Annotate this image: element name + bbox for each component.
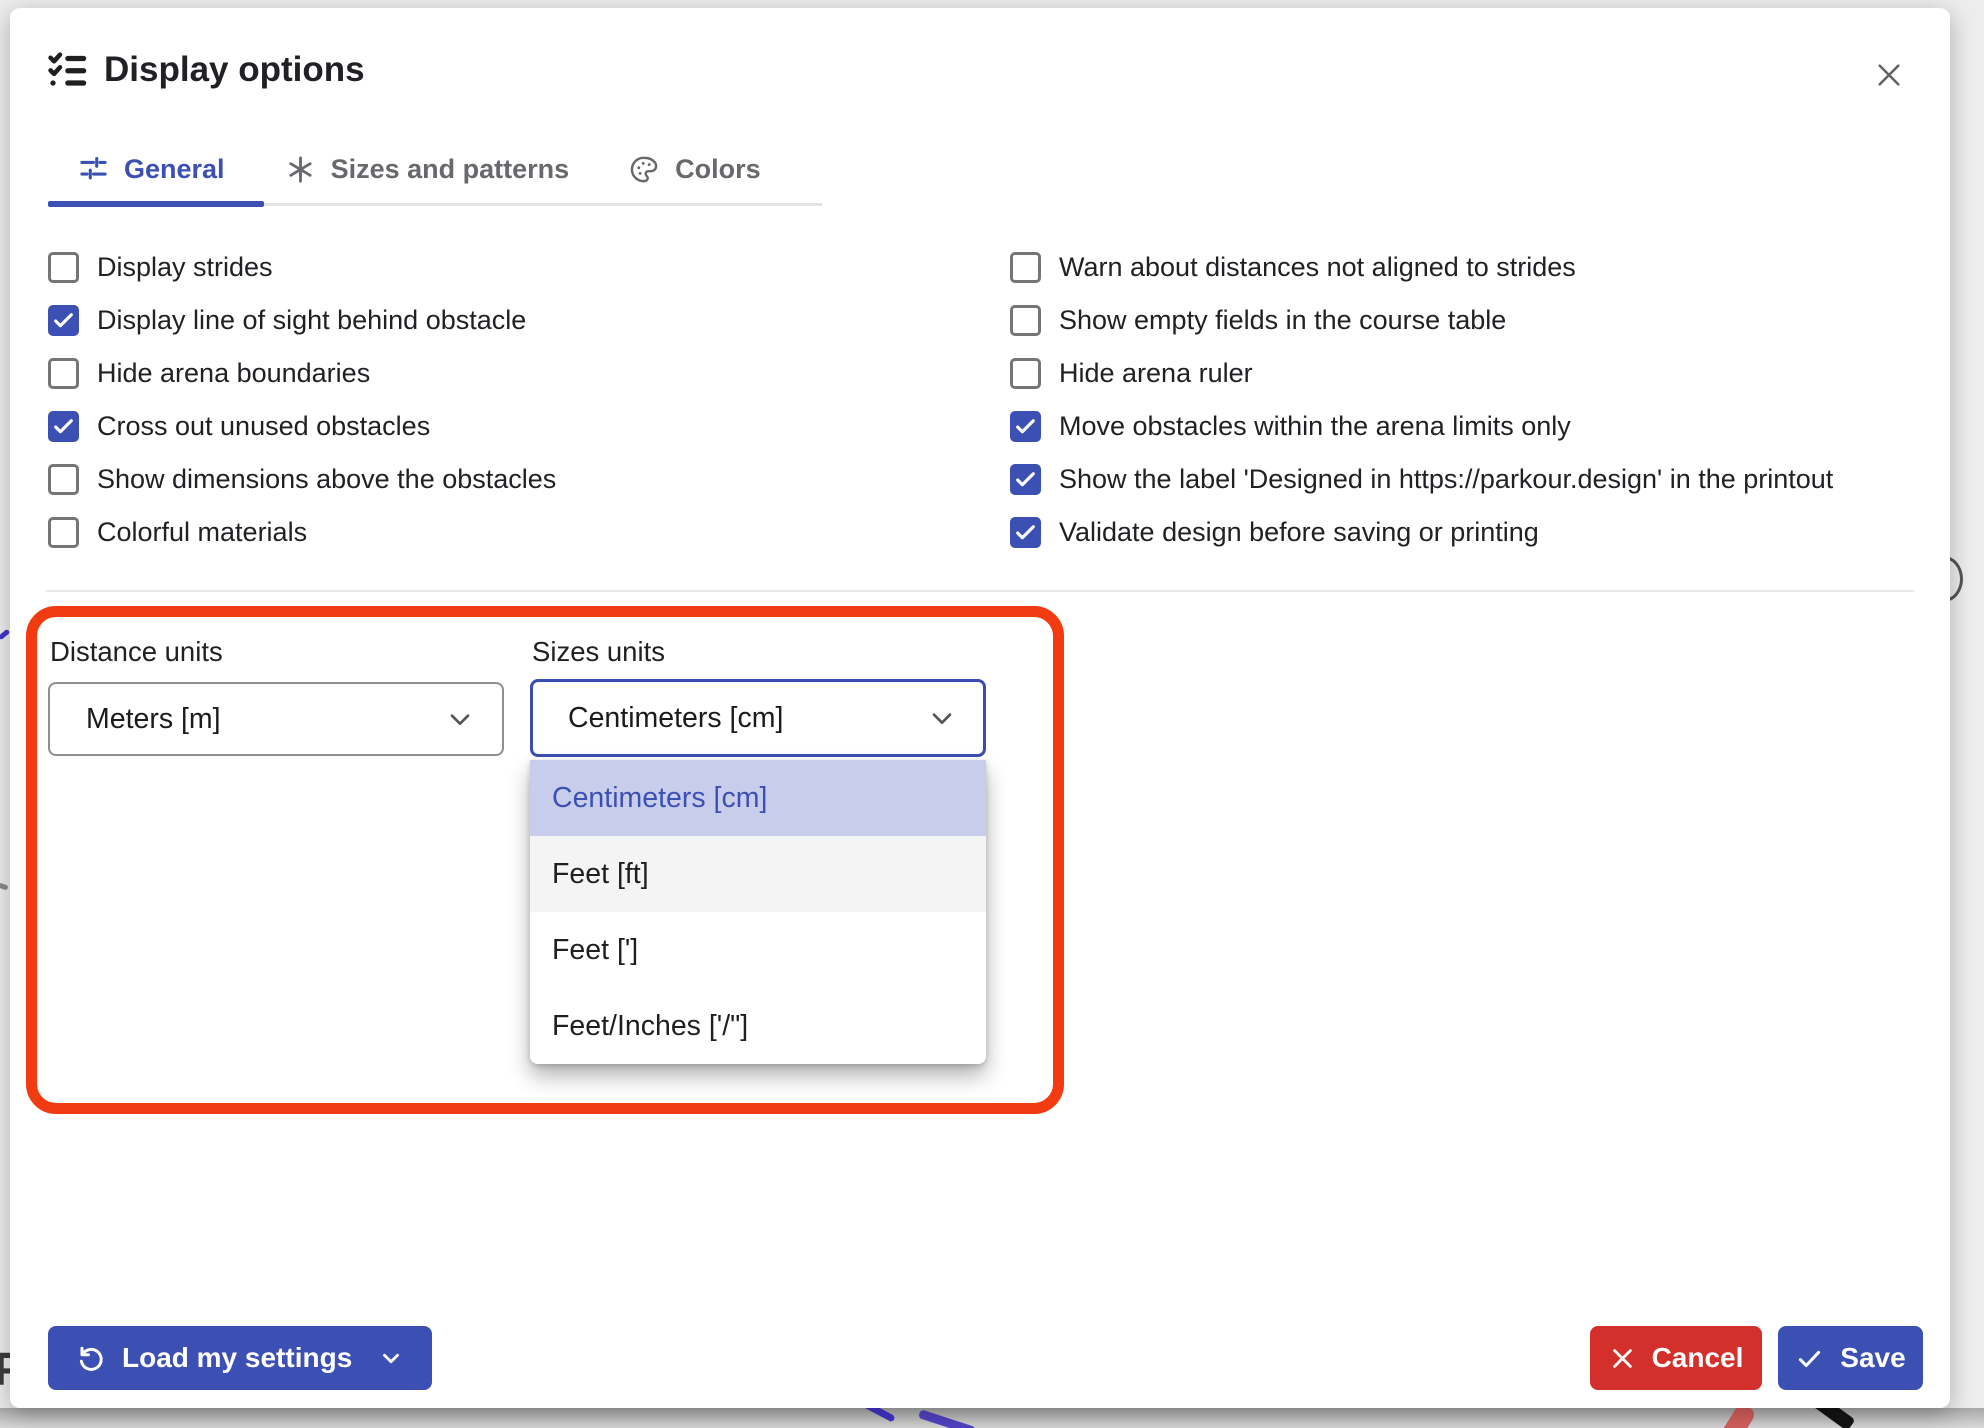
distance-units-value: Meters [m]: [86, 703, 221, 736]
checkbox-column-left: Display strides Display line of sight be…: [48, 241, 556, 559]
checkbox[interactable]: [48, 358, 79, 389]
footer-action-buttons: Cancel Save: [1590, 1326, 1923, 1390]
close-icon[interactable]: [1866, 52, 1912, 98]
option-label: Centimeters [cm]: [552, 782, 767, 815]
chevron-down-icon: [926, 702, 958, 734]
checkbox-row-show-dimensions[interactable]: Show dimensions above the obstacles: [48, 453, 556, 506]
distance-units-select[interactable]: Meters [m]: [48, 682, 504, 756]
checkbox-label: Validate design before saving or printin…: [1059, 517, 1539, 548]
checkbox-row-colorful-materials[interactable]: Colorful materials: [48, 506, 556, 559]
checkbox-row-hide-arena-ruler[interactable]: Hide arena ruler: [1010, 347, 1833, 400]
checkbox[interactable]: [48, 411, 79, 442]
checkbox[interactable]: [1010, 411, 1041, 442]
dropdown-option-centimeters[interactable]: Centimeters [cm]: [530, 760, 986, 836]
checkbox-label: Colorful materials: [97, 517, 307, 548]
tab-bar: General Sizes and patterns Colors: [48, 136, 791, 202]
sizes-units-value: Centimeters [cm]: [568, 702, 783, 735]
distance-units-label: Distance units: [50, 636, 223, 668]
checkbox-label: Show empty fields in the course table: [1059, 305, 1506, 336]
x-icon: [1609, 1345, 1636, 1372]
checkbox[interactable]: [48, 464, 79, 495]
dropdown-option-feet-inches[interactable]: Feet/Inches ['/"]: [530, 988, 986, 1064]
save-label: Save: [1840, 1342, 1905, 1374]
checkbox[interactable]: [48, 517, 79, 548]
checkbox[interactable]: [1010, 464, 1041, 495]
load-my-settings-label: Load my settings: [122, 1342, 352, 1374]
tab-colors[interactable]: Colors: [599, 136, 791, 202]
display-options-dialog: Display options General Sizes and patter…: [10, 8, 1950, 1408]
checkbox-column-right: Warn about distances not aligned to stri…: [1010, 241, 1833, 559]
tab-label: Sizes and patterns: [331, 154, 570, 185]
option-label: Feet/Inches ['/"]: [552, 1010, 748, 1043]
checkbox-label: Move obstacles within the arena limits o…: [1059, 411, 1571, 442]
checkbox-label: Display line of sight behind obstacle: [97, 305, 526, 336]
checkbox[interactable]: [1010, 358, 1041, 389]
checkbox-row-warn-distances[interactable]: Warn about distances not aligned to stri…: [1010, 241, 1833, 294]
checkbox-label: Hide arena boundaries: [97, 358, 370, 389]
checkbox-row-show-empty-fields[interactable]: Show empty fields in the course table: [1010, 294, 1833, 347]
checkbox-label: Show dimensions above the obstacles: [97, 464, 556, 495]
sizes-units-label: Sizes units: [532, 636, 665, 668]
checkbox[interactable]: [1010, 517, 1041, 548]
checklist-icon: [46, 48, 88, 90]
checkbox-label: Cross out unused obstacles: [97, 411, 430, 442]
cancel-button[interactable]: Cancel: [1590, 1326, 1762, 1390]
checkbox[interactable]: [1010, 252, 1041, 283]
dropdown-option-feet-apostrophe[interactable]: Feet [']: [530, 912, 986, 988]
asterisk-icon: [285, 154, 316, 185]
check-icon: [1795, 1344, 1824, 1373]
sizes-units-select[interactable]: Centimeters [cm]: [530, 679, 986, 757]
palette-icon: [629, 154, 660, 185]
background-course-mark: [0, 882, 9, 890]
checkbox-row-validate-design[interactable]: Validate design before saving or printin…: [1010, 506, 1833, 559]
checkbox-label: Display strides: [97, 252, 273, 283]
option-label: Feet [ft]: [552, 858, 649, 891]
cancel-label: Cancel: [1652, 1342, 1744, 1374]
background-course-area: [0, 1408, 1984, 1428]
option-label: Feet [']: [552, 934, 638, 967]
tab-label: General: [124, 154, 225, 185]
screen: P Display options: [0, 0, 1984, 1428]
load-my-settings-button[interactable]: Load my settings: [48, 1326, 432, 1390]
dialog-title: Display options: [104, 50, 365, 90]
sizes-units-dropdown: Centimeters [cm] Feet [ft] Feet ['] Feet…: [530, 760, 986, 1064]
checkbox-row-display-strides[interactable]: Display strides: [48, 241, 556, 294]
checkbox-row-line-of-sight[interactable]: Display line of sight behind obstacle: [48, 294, 556, 347]
checkbox-label: Show the label 'Designed in https://park…: [1059, 464, 1833, 495]
checkbox[interactable]: [1010, 305, 1041, 336]
tune-icon: [78, 154, 109, 185]
tab-general[interactable]: General: [48, 136, 255, 202]
chevron-down-icon: [444, 703, 476, 735]
section-divider: [46, 590, 1914, 592]
background-course-mark: [0, 629, 10, 641]
checkbox[interactable]: [48, 252, 79, 283]
save-button[interactable]: Save: [1778, 1326, 1923, 1390]
checkbox[interactable]: [48, 305, 79, 336]
restore-icon: [76, 1343, 106, 1373]
chevron-down-icon: [378, 1345, 404, 1371]
checkbox-row-show-designed-label[interactable]: Show the label 'Designed in https://park…: [1010, 453, 1833, 506]
tab-sizes-and-patterns[interactable]: Sizes and patterns: [255, 136, 600, 202]
tab-label: Colors: [675, 154, 761, 185]
checkbox-row-move-within-limits[interactable]: Move obstacles within the arena limits o…: [1010, 400, 1833, 453]
checkbox-label: Hide arena ruler: [1059, 358, 1253, 389]
checkbox-row-hide-arena-boundaries[interactable]: Hide arena boundaries: [48, 347, 556, 400]
checkbox-row-cross-out-unused[interactable]: Cross out unused obstacles: [48, 400, 556, 453]
dropdown-option-feet-ft[interactable]: Feet [ft]: [530, 836, 986, 912]
checkbox-label: Warn about distances not aligned to stri…: [1059, 252, 1576, 283]
active-tab-indicator: [48, 201, 264, 207]
